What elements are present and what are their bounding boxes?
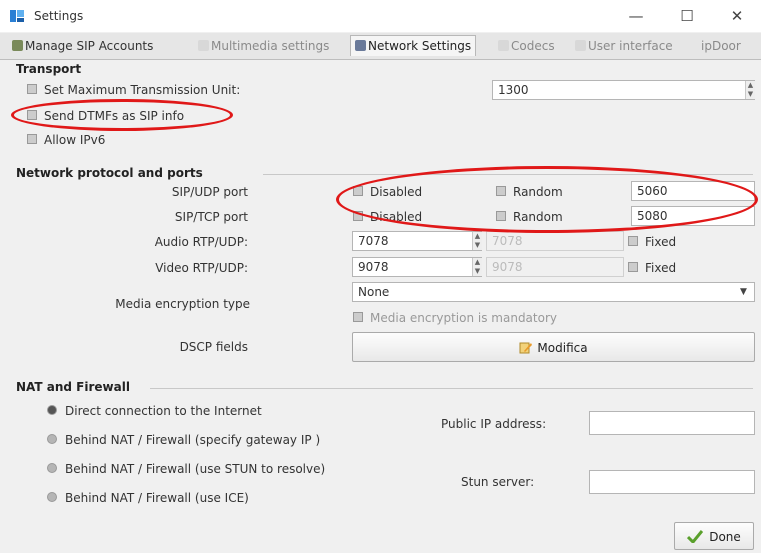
mtu-checkbox[interactable]: Set Maximum Transmission Unit: (27, 83, 240, 97)
media-encryption-label: Media encryption type (115, 297, 250, 311)
encryption-mandatory-checkbox[interactable]: Media encryption is mandatory (353, 311, 557, 325)
nat-option-direct[interactable]: Direct connection to the Internet (47, 404, 262, 418)
divider (150, 388, 753, 389)
ports-heading: Network protocol and ports (16, 166, 203, 180)
mtu-spinner[interactable]: ▲ ▼ (745, 81, 755, 99)
minimize-button[interactable]: — (621, 4, 651, 28)
user-interface-icon (575, 40, 586, 51)
transport-heading: Transport (16, 62, 82, 76)
check-icon (687, 529, 704, 545)
app-icon (9, 8, 25, 24)
stun-server-input[interactable] (589, 470, 755, 494)
tab-multimedia-settings[interactable]: Multimedia settings (194, 36, 333, 56)
public-ip-input[interactable] (589, 411, 755, 435)
done-button[interactable]: Done (674, 522, 754, 550)
nat-option-gateway[interactable]: Behind NAT / Firewall (specify gateway I… (47, 433, 320, 447)
media-encryption-select[interactable]: None (352, 282, 755, 302)
edit-icon (519, 340, 533, 354)
window-title: Settings (34, 9, 84, 23)
multimedia-icon (198, 40, 209, 51)
checkbox-icon (27, 84, 37, 94)
video-rtp-label: Video RTP/UDP: (155, 261, 248, 275)
video-rtp-max-input: 9078 (486, 257, 624, 277)
stun-server-label: Stun server: (461, 475, 535, 489)
audio-rtp-min-input[interactable]: 7078 (352, 231, 482, 251)
close-button[interactable]: ✕ (722, 4, 752, 28)
sip-tcp-label: SIP/TCP port (174, 210, 248, 224)
audio-rtp-max-input: 7078 (486, 231, 624, 251)
checkbox-icon (496, 211, 506, 221)
public-ip-label: Public IP address: (441, 417, 547, 431)
checkbox-icon (353, 211, 363, 221)
radio-icon (47, 405, 57, 415)
nat-option-stun[interactable]: Behind NAT / Firewall (use STUN to resol… (47, 462, 325, 476)
tab-user-interface[interactable]: User interface (571, 36, 677, 56)
sip-udp-label: SIP/UDP port (171, 185, 248, 199)
tab-network-settings[interactable]: Network Settings (350, 35, 477, 56)
allow-ipv6-checkbox[interactable]: Allow IPv6 (27, 133, 105, 147)
tab-ipdoor[interactable]: ipDoor (697, 36, 745, 56)
accounts-icon (12, 40, 23, 51)
sip-tcp-random-checkbox[interactable]: Random (496, 210, 563, 224)
sip-tcp-port-input[interactable]: 5080 (631, 206, 755, 226)
checkbox-icon (27, 110, 37, 120)
video-rtp-min-spinner[interactable]: ▲ ▼ (472, 258, 482, 276)
nat-option-ice[interactable]: Behind NAT / Firewall (use ICE) (47, 491, 249, 505)
checkbox-icon (353, 312, 363, 322)
dscp-label: DSCP fields (179, 340, 248, 354)
checkbox-icon (628, 236, 638, 246)
maximize-button[interactable]: ☐ (672, 4, 702, 28)
chevron-down-icon: ▼ (740, 287, 747, 297)
divider (263, 174, 753, 175)
network-icon (355, 40, 366, 51)
checkbox-icon (628, 262, 638, 272)
sip-tcp-disabled-checkbox[interactable]: Disabled (353, 210, 422, 224)
tab-manage-sip-accounts[interactable]: Manage SIP Accounts (8, 36, 157, 56)
audio-rtp-min-spinner[interactable]: ▲ ▼ (472, 232, 482, 250)
checkbox-icon (353, 186, 363, 196)
tab-bar: Manage SIP Accounts Multimedia settings … (0, 33, 761, 60)
checkbox-icon (496, 186, 506, 196)
sip-udp-random-checkbox[interactable]: Random (496, 185, 563, 199)
radio-icon (47, 463, 57, 473)
audio-fixed-checkbox[interactable]: Fixed (628, 235, 676, 249)
tab-codecs[interactable]: Codecs (494, 36, 559, 56)
dscp-modify-button[interactable]: Modifica (352, 332, 755, 362)
mtu-input[interactable]: 1300 (492, 80, 755, 100)
radio-icon (47, 434, 57, 444)
sip-udp-port-input[interactable]: 5060 (631, 181, 755, 201)
nat-heading: NAT and Firewall (16, 380, 130, 394)
checkbox-icon (27, 134, 37, 144)
video-fixed-checkbox[interactable]: Fixed (628, 261, 676, 275)
video-rtp-min-input[interactable]: 9078 (352, 257, 482, 277)
audio-rtp-label: Audio RTP/UDP: (154, 235, 248, 249)
footer (0, 517, 761, 553)
radio-icon (47, 492, 57, 502)
send-dtmf-checkbox[interactable]: Send DTMFs as SIP info (27, 109, 184, 123)
sip-udp-disabled-checkbox[interactable]: Disabled (353, 185, 422, 199)
codecs-icon (498, 40, 509, 51)
